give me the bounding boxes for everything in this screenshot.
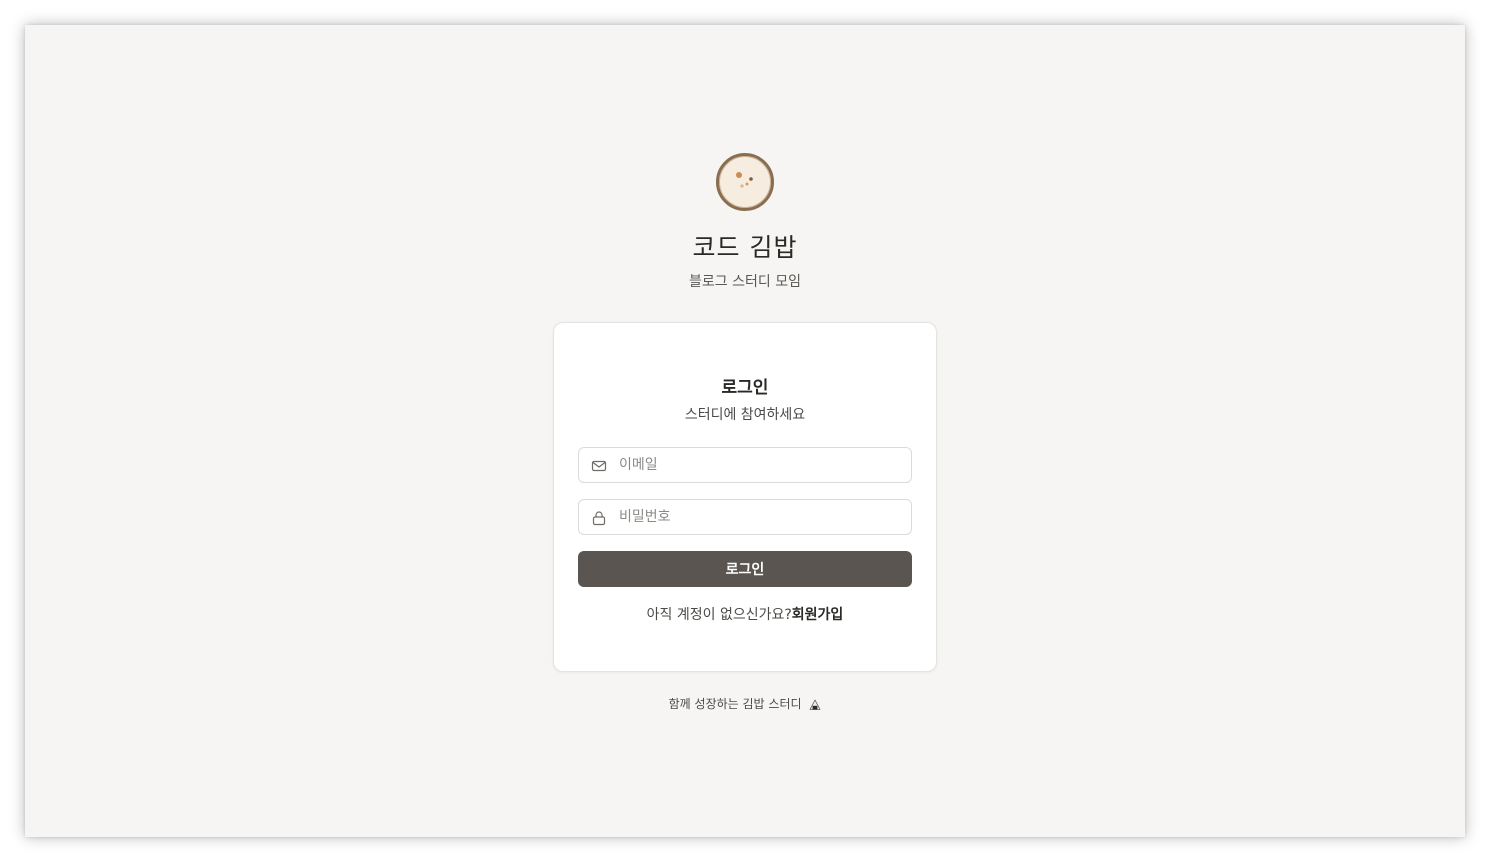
login-title: 로그인 [721, 378, 769, 398]
lock-icon [592, 511, 606, 526]
footer: 함께 성장하는 김밥 스터디 [25, 695, 1465, 712]
brand-title: 코드 김밥 [692, 233, 798, 262]
kimbap-logo-icon [716, 153, 774, 211]
email-field[interactable] [578, 447, 912, 483]
kimbap-icon [809, 699, 821, 710]
password-input[interactable] [619, 500, 905, 534]
brand-subtitle: 블로그 스터디 모임 [689, 274, 801, 290]
login-subtitle: 스터디에 참여하세요 [684, 407, 806, 423]
password-field[interactable] [578, 499, 912, 535]
signup-link[interactable]: 회원가입 [792, 607, 844, 623]
login-card: 로그인 스터디에 참여하세요 로그인 아직 계정이 없으신가요?회원가입 [553, 322, 937, 672]
footer-text: 함께 성장하는 김밥 스터디 [668, 697, 802, 711]
signup-line: 아직 계정이 없으신가요?회원가입 [554, 604, 936, 624]
signup-prompt: 아직 계정이 없으신가요? [646, 607, 792, 623]
mail-icon [591, 460, 607, 472]
email-input[interactable] [619, 448, 905, 482]
app-window: 코드 김밥 블로그 스터디 모임 로그인 스터디에 참여하세요 로그인 아직 계… [25, 25, 1465, 837]
login-button[interactable]: 로그인 [578, 551, 912, 587]
